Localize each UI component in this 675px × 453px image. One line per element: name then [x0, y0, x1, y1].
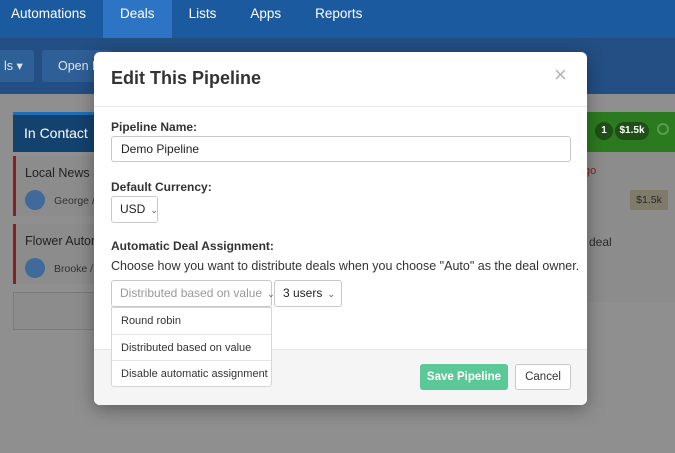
chevron-down-icon: ⌄: [150, 205, 158, 215]
deal-card-title: deal: [589, 235, 612, 249]
modal-divider: [94, 106, 587, 107]
top-nav: Automations Deals Lists Apps Reports: [0, 0, 675, 38]
assignment-users-select[interactable]: 3 users ⌄: [274, 280, 342, 307]
deal-card-title: Flower Autom: [25, 234, 102, 248]
assignment-method-select[interactable]: Distributed based on value ⌄: [111, 280, 275, 307]
nav-item-apps[interactable]: Apps: [233, 0, 298, 38]
pipeline-select-label: ls: [4, 59, 14, 73]
deal-card-owner: Brooke /: [54, 263, 94, 275]
assignment-method-value: Distributed based on value: [120, 286, 263, 300]
deal-card-title: Local News Si: [25, 166, 105, 180]
assignment-users-value: 3 users: [283, 286, 323, 300]
assignment-method-dropdown: Round robin Distributed based on value D…: [111, 307, 272, 387]
dropdown-option-disable-assignment[interactable]: Disable automatic assignment: [112, 360, 271, 386]
avatar: [25, 190, 45, 210]
dropdown-option-distributed-by-value[interactable]: Distributed based on value: [112, 334, 271, 360]
deal-card[interactable]: Local News Si George /: [13, 156, 105, 216]
stage-header-right: 1 $1.5k: [585, 112, 675, 152]
currency-select-value: USD: [120, 202, 146, 216]
pipeline-name-label: Pipeline Name:: [111, 120, 198, 134]
nav-item-deals[interactable]: Deals: [103, 0, 172, 38]
chevron-down-icon: ⌄: [327, 289, 335, 299]
default-currency-label: Default Currency:: [111, 180, 212, 194]
close-icon[interactable]: ×: [554, 64, 567, 86]
deal-assignment-help: Choose how you want to distribute deals …: [111, 259, 580, 273]
deal-card-owner: George /: [54, 195, 95, 207]
pipeline-select-button[interactable]: ls ▾: [0, 50, 34, 82]
save-pipeline-button[interactable]: Save Pipeline: [420, 364, 508, 390]
avatar: [25, 258, 45, 278]
deal-card[interactable]: Flower Autom Brooke /: [13, 224, 103, 284]
currency-select[interactable]: USD ⌄: [111, 196, 158, 223]
deal-card-amount: $1.5k: [630, 190, 668, 210]
modal-title: Edit This Pipeline: [111, 68, 262, 88]
nav-item-reports[interactable]: Reports: [298, 0, 379, 38]
stage-total-amount: $1.5k: [615, 122, 649, 140]
dropdown-option-round-robin[interactable]: Round robin: [112, 308, 271, 334]
stage-header-in-contact: In Contact: [13, 112, 103, 152]
gear-icon[interactable]: [657, 123, 669, 135]
edit-pipeline-modal: Edit This Pipeline × Pipeline Name: Demo…: [94, 52, 587, 405]
add-deal-row[interactable]: [13, 292, 103, 330]
deal-assignment-label: Automatic Deal Assignment:: [111, 239, 274, 253]
stage-column-right: [585, 152, 675, 302]
stage-deal-count: 1: [595, 122, 613, 140]
nav-item-automations[interactable]: Automations: [0, 0, 103, 38]
cancel-button[interactable]: Cancel: [515, 364, 571, 390]
pipeline-name-input[interactable]: Demo Pipeline: [111, 136, 571, 162]
nav-item-lists[interactable]: Lists: [172, 0, 234, 38]
